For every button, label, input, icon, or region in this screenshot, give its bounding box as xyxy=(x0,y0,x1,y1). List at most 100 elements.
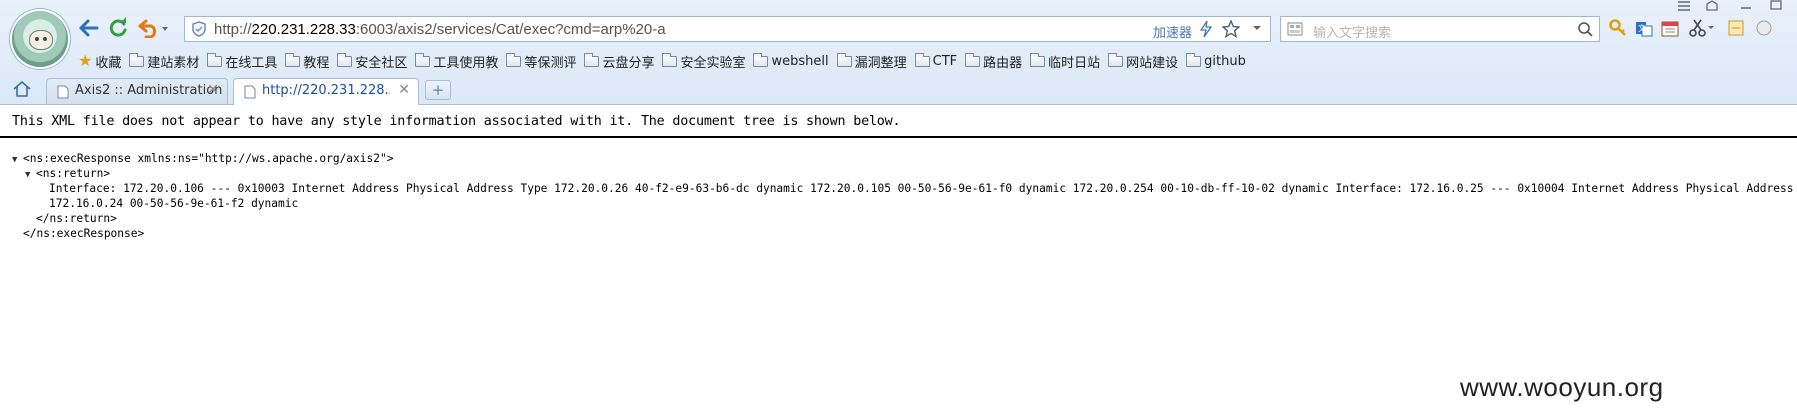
maximize-icon[interactable] xyxy=(1768,0,1784,12)
folder-icon xyxy=(506,52,522,67)
bookmark-folder[interactable]: 云盘分享 xyxy=(584,52,654,71)
folder-icon xyxy=(836,52,852,67)
xml-text-content: Interface: 172.20.0.106 --- 0x10003 Inte… xyxy=(12,181,1797,196)
bookmark-label: 安全社区 xyxy=(355,55,408,71)
folder-icon xyxy=(337,52,353,67)
bookmark-label: 路由器 xyxy=(983,55,1023,71)
calendar-icon[interactable] xyxy=(1660,18,1680,38)
bookmark-folder[interactable]: github xyxy=(1186,52,1246,69)
tab-strip: Axis2 :: Administration ✕ http://220.231… xyxy=(0,76,1797,105)
folder-icon xyxy=(965,52,981,67)
bookmark-folder[interactable]: 工具使用教 xyxy=(415,52,498,71)
bookmark-label: 临时日站 xyxy=(1048,55,1101,71)
tab-active-exec[interactable]: http://220.231.228.33:6 ✕ xyxy=(233,78,419,105)
folder-icon xyxy=(753,52,769,67)
tab-axis2-administration[interactable]: Axis2 :: Administration ✕ xyxy=(46,78,228,104)
url-text[interactable]: http://220.231.228.33:6003/axis2/service… xyxy=(214,21,666,38)
folder-icon xyxy=(1186,52,1202,67)
folder-icon xyxy=(1030,52,1046,67)
bookmark-star-icon[interactable] xyxy=(1222,20,1240,38)
tab-label: http://220.231.228.33:6 xyxy=(262,83,390,98)
xml-line: </ns:execResponse> xyxy=(12,226,1797,241)
xml-tag-exec-open: <ns:execResponse xmlns:ns="http://ws.apa… xyxy=(23,152,394,165)
lightning-icon[interactable] xyxy=(1200,21,1212,37)
arp-output-line-1: Interface: 172.20.0.106 --- 0x10003 Inte… xyxy=(49,182,1797,195)
translate-icon[interactable]: 文 xyxy=(1634,18,1654,38)
refresh-icon xyxy=(109,17,127,37)
screenshot-icon[interactable] xyxy=(1726,18,1746,38)
xml-tree: ▼ <ns:execResponse xmlns:ns="http://ws.ap… xyxy=(12,151,1797,241)
user-avatar[interactable] xyxy=(12,11,68,67)
new-tab-button[interactable]: + xyxy=(425,80,451,100)
url-path: :6003/axis2/services/Cat/exec?cmd=arp%20… xyxy=(355,21,666,38)
page-icon xyxy=(244,85,256,99)
accelerator-label[interactable]: 加速器 xyxy=(1153,22,1192,41)
bookmarks-bar: ★ 收藏 建站素材 在线工具 教程 安全社区 工具使用教 等保测评 云盘分享 安全… xyxy=(78,50,1254,72)
folder-icon xyxy=(129,52,145,67)
menu-icon[interactable] xyxy=(1676,0,1692,12)
xml-tag-return-close: </ns:return> xyxy=(36,212,117,225)
bookmark-folder[interactable]: 漏洞整理 xyxy=(836,52,907,71)
divider xyxy=(0,136,1797,138)
folder-icon xyxy=(415,52,431,67)
address-dropdown-icon[interactable] xyxy=(1252,23,1262,33)
bookmark-folder[interactable]: CTF xyxy=(914,52,958,69)
xml-line: </ns:return> xyxy=(12,211,1797,226)
bookmark-label: webshell xyxy=(771,53,829,69)
address-bar[interactable]: http://220.231.228.33:6003/axis2/service… xyxy=(184,16,1271,42)
xml-line: ▼ <ns:execResponse xmlns:ns="http://ws.ap… xyxy=(12,151,1797,166)
bookmark-folder[interactable]: 教程 xyxy=(285,52,329,71)
bookmark-folder[interactable]: 建站素材 xyxy=(129,52,199,71)
bookmark-folder[interactable]: 等保测评 xyxy=(506,52,576,71)
search-engine-icon[interactable] xyxy=(1287,22,1303,36)
key-icon[interactable] xyxy=(1608,18,1628,38)
bookmark-folder[interactable]: 网站建设 xyxy=(1108,52,1178,71)
xml-tag-exec-close: </ns:execResponse> xyxy=(23,227,145,240)
bookmark-label: github xyxy=(1204,53,1246,69)
bookmark-folder[interactable]: 安全实验室 xyxy=(662,52,745,71)
bookmark-folder[interactable]: 临时日站 xyxy=(1030,52,1100,71)
page-icon xyxy=(57,85,69,99)
extension-icon[interactable] xyxy=(1754,18,1774,38)
bookmark-favorites[interactable]: ★ 收藏 xyxy=(78,52,121,71)
folder-icon xyxy=(207,52,223,67)
home-icon[interactable] xyxy=(12,80,32,98)
bookmark-label: 安全实验室 xyxy=(680,55,746,71)
bookmark-label: 建站素材 xyxy=(147,55,200,71)
close-tab-icon[interactable]: ✕ xyxy=(207,82,219,98)
watermark: www.wooyun.org xyxy=(1460,372,1664,402)
svg-text:文: 文 xyxy=(1638,23,1646,33)
bookmark-label: 工具使用教 xyxy=(433,55,499,71)
folder-icon xyxy=(1108,52,1124,67)
bookmark-label: CTF xyxy=(932,53,958,69)
undo-close-tab-button[interactable] xyxy=(137,16,171,40)
back-button[interactable] xyxy=(77,16,101,40)
folder-icon xyxy=(662,52,678,67)
search-box[interactable]: 输入文字搜索 xyxy=(1280,16,1600,42)
undo-icon xyxy=(138,19,168,38)
security-shield-icon xyxy=(192,21,206,37)
xml-tag-return-open: <ns:return> xyxy=(36,167,111,180)
bookmark-label: 收藏 xyxy=(95,55,122,71)
avatar-face xyxy=(29,30,53,50)
bookmark-folder[interactable]: 安全社区 xyxy=(337,52,407,71)
bookmark-folder[interactable]: webshell xyxy=(753,52,829,69)
xml-style-notice: This XML file does not appear to have an… xyxy=(12,114,901,129)
url-host: 220.231.228.33 xyxy=(251,21,356,38)
refresh-button[interactable] xyxy=(106,16,130,40)
tab-label: Axis2 :: Administration xyxy=(75,83,223,98)
scissors-icon[interactable] xyxy=(1688,18,1716,38)
bookmark-folder[interactable]: 路由器 xyxy=(965,52,1022,71)
folder-icon xyxy=(285,52,301,67)
folder-icon xyxy=(914,52,930,67)
search-placeholder: 输入文字搜索 xyxy=(1313,26,1392,41)
star-icon: ★ xyxy=(78,51,93,70)
close-tab-icon[interactable]: ✕ xyxy=(398,82,410,98)
bookmark-folder[interactable]: 在线工具 xyxy=(207,52,277,71)
folder-icon xyxy=(584,52,600,67)
search-icon[interactable] xyxy=(1577,21,1593,37)
skin-icon[interactable] xyxy=(1704,0,1720,12)
bookmark-label: 在线工具 xyxy=(225,55,278,71)
bookmark-label: 教程 xyxy=(303,55,330,71)
minimize-icon[interactable] xyxy=(1738,0,1754,12)
